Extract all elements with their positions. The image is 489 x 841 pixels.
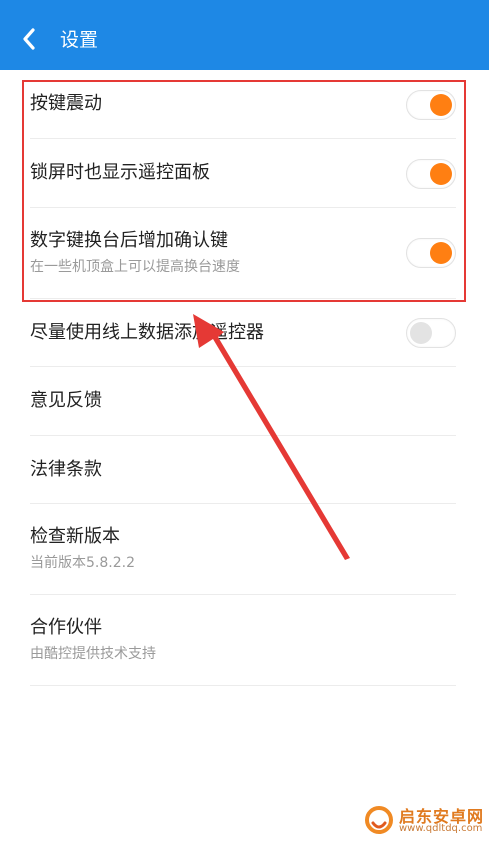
setting-title: 按键震动 (30, 93, 102, 114)
setting-online-data[interactable]: 尽量使用线上数据添加遥控器 (30, 299, 456, 367)
watermark: 启东安卓网 www.qdltdq.com (364, 803, 486, 837)
chevron-left-icon (23, 28, 35, 50)
setting-subtitle: 由酷控提供技术支持 (30, 646, 156, 662)
setting-title: 意见反馈 (30, 390, 102, 411)
confirm-key-toggle[interactable] (406, 238, 456, 268)
setting-lockscreen-remote[interactable]: 锁屏时也显示遥控面板 (30, 139, 456, 208)
setting-title: 数字键换台后增加确认键 (30, 230, 228, 251)
online-data-toggle[interactable] (406, 318, 456, 348)
toggle-knob (410, 322, 432, 344)
watermark-url: www.qdltdq.com (399, 823, 483, 834)
toggle-knob (430, 242, 452, 264)
setting-title: 法律条款 (30, 459, 102, 480)
page-title: 设置 (60, 29, 99, 51)
toggle-knob (430, 163, 452, 185)
setting-title: 检查新版本 (30, 526, 120, 547)
setting-title: 尽量使用线上数据添加遥控器 (30, 322, 264, 343)
setting-check-update[interactable]: 检查新版本 当前版本5.8.2.2 (30, 504, 456, 595)
setting-feedback[interactable]: 意见反馈 (30, 367, 456, 436)
setting-confirm-key[interactable]: 数字键换台后增加确认键 在一些机顶盒上可以提高换台速度 (30, 208, 456, 299)
watermark-logo (365, 806, 393, 834)
key-vibration-toggle[interactable] (406, 90, 456, 120)
app-header: 设置 (0, 0, 489, 70)
toggle-knob (430, 94, 452, 116)
setting-title: 锁屏时也显示遥控面板 (30, 162, 210, 183)
setting-partners[interactable]: 合作伙伴 由酷控提供技术支持 (30, 595, 456, 686)
lockscreen-remote-toggle[interactable] (406, 159, 456, 189)
back-button[interactable] (12, 22, 46, 56)
setting-key-vibration[interactable]: 按键震动 (30, 70, 456, 139)
setting-title: 合作伙伴 (30, 617, 102, 638)
app-version: 当前版本5.8.2.2 (30, 555, 135, 571)
setting-subtitle: 在一些机顶盒上可以提高换台速度 (30, 259, 240, 275)
setting-legal[interactable]: 法律条款 (30, 436, 456, 504)
